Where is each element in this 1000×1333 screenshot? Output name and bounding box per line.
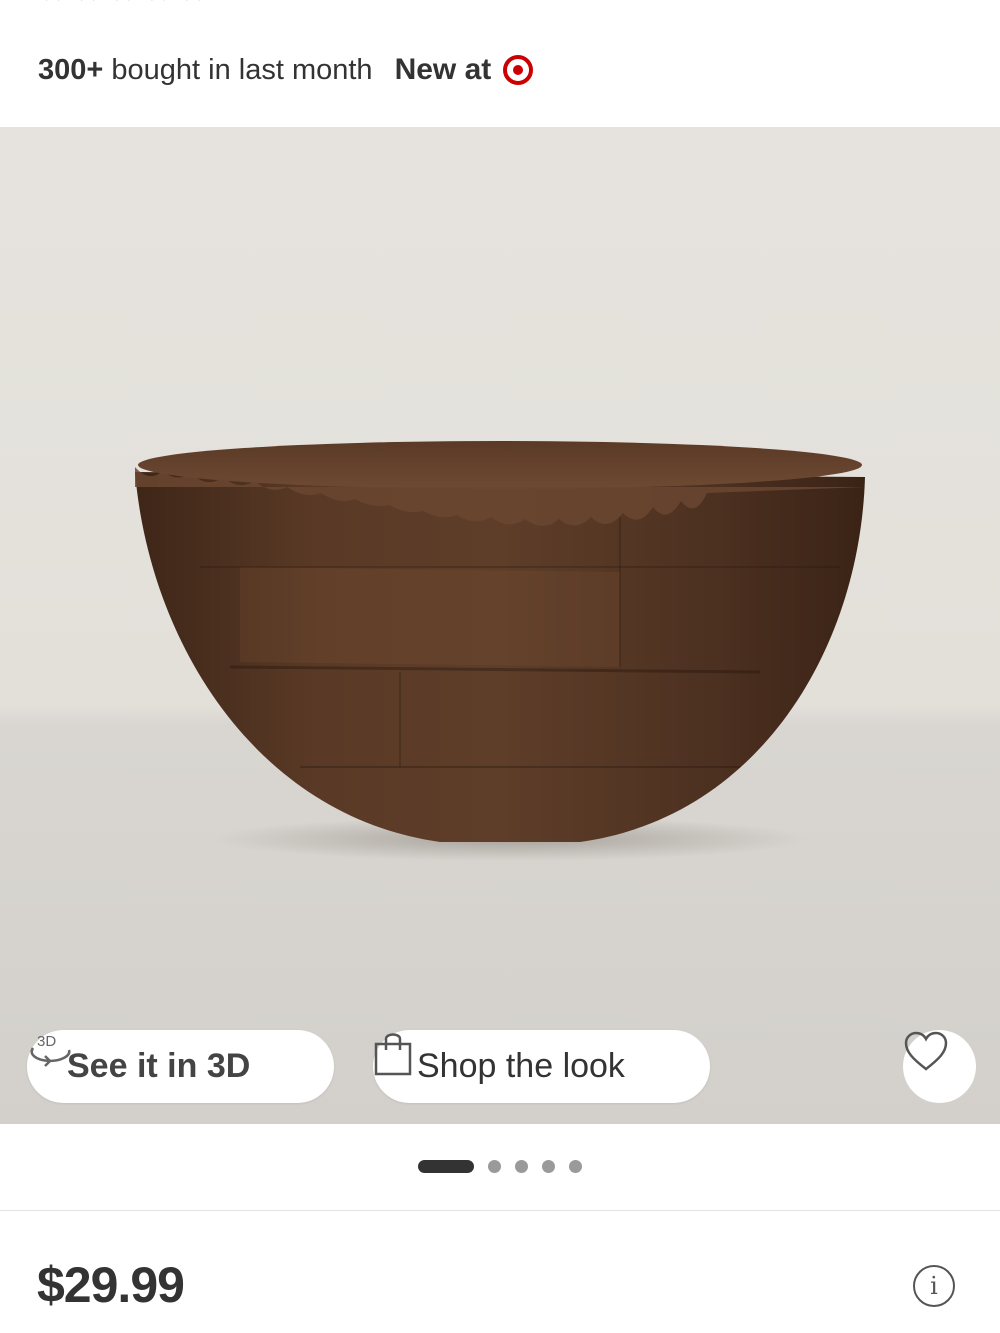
carousel-dot-active[interactable] [418,1160,474,1173]
star-icon: ☆ [40,0,65,6]
heart-icon [904,1031,948,1071]
image-carousel-indicator[interactable] [0,1160,1000,1173]
carousel-dot[interactable] [488,1160,501,1173]
star-icon: ☆ [110,0,135,6]
star-icon: ☆ [75,0,100,6]
shopping-bag-icon [374,1033,412,1076]
see-in-3d-label: See it in 3D [67,1047,251,1085]
product-image[interactable]: 3D See it in 3D Shop the look [0,127,1000,1124]
carousel-dot[interactable] [515,1160,528,1173]
carousel-dot[interactable] [569,1160,582,1173]
bought-count: 300+ [38,53,104,86]
see-in-3d-button[interactable]: 3D See it in 3D [27,1030,334,1103]
shop-the-look-button[interactable]: Shop the look [373,1030,710,1103]
product-price: $29.99 [37,1257,185,1313]
svg-text:3D: 3D [37,1033,56,1050]
bought-text: bought in last month [111,53,373,86]
favorite-button[interactable] [903,1030,976,1103]
new-at-label: New at [394,53,492,86]
bought-last-month: 300+ bought in last month [38,54,373,87]
carousel-dot[interactable] [542,1160,555,1173]
rating-stars[interactable]: ☆ ☆ ☆ ☆ ☆ [40,0,206,6]
star-icon: ☆ [145,0,170,6]
section-divider [0,1210,1000,1211]
info-icon[interactable]: i [913,1265,955,1307]
star-icon: ☆ [180,0,205,6]
3d-rotate-icon: 3D [30,1033,71,1067]
target-logo-icon [503,55,534,85]
shop-the-look-label: Shop the look [417,1047,625,1085]
bowl-illustration [135,441,865,861]
product-meta-row: 300+ bought in last month New at [38,50,534,90]
new-at-badge: New at [395,53,534,87]
